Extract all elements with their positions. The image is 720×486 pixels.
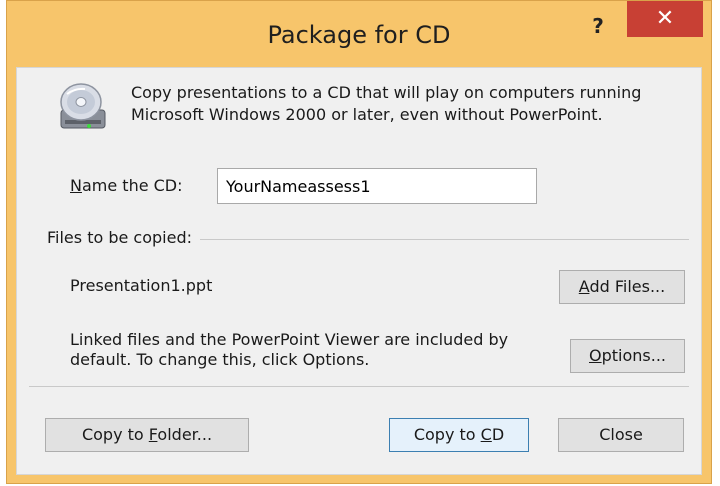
copy-to-cd-prefix: Copy to [413,425,481,444]
dialog-body: Copy presentations to a CD that will pla… [16,67,702,475]
cd-drive-icon [60,83,106,129]
package-for-cd-dialog: Package for CD ? ✕ Copy presentations to… [6,0,712,484]
title-bar[interactable]: Package for CD ? ✕ [7,1,711,73]
add-files-label: dd Files... [589,277,666,296]
linked-files-note: Linked files and the PowerPoint Viewer a… [70,330,509,369]
cd-name-input[interactable] [217,168,537,204]
close-button[interactable]: Close [558,418,684,452]
files-heading: Files to be copied: [47,228,201,247]
add-files-button[interactable]: Add Files... [559,270,685,304]
intro-text: Copy presentations to a CD that will pla… [131,83,642,124]
options-button[interactable]: Options... [570,339,685,373]
help-button[interactable]: ? [585,11,611,41]
footer-separator [29,386,689,387]
add-files-mnemonic: A [578,277,590,296]
copy-to-folder-button[interactable]: Copy to Folder... [45,418,249,452]
copy-to-cd-mnemonic: C [480,425,492,444]
options-mnemonic: O [589,346,602,365]
options-label: ptions... [601,346,666,365]
copy-to-folder-prefix: Copy to [81,425,149,444]
cd-name-label-text: ame the CD: [81,176,183,195]
copy-to-folder-rest: older... [157,425,213,444]
file-list-item[interactable]: Presentation1.ppt [70,276,212,295]
copy-to-cd-rest: D [491,425,505,444]
cd-name-label-mnemonic: N [70,176,82,195]
copy-to-cd-button[interactable]: Copy to CD [389,418,529,452]
cd-name-label: Name the CD: [70,176,183,195]
close-window-button[interactable]: ✕ [627,1,703,37]
